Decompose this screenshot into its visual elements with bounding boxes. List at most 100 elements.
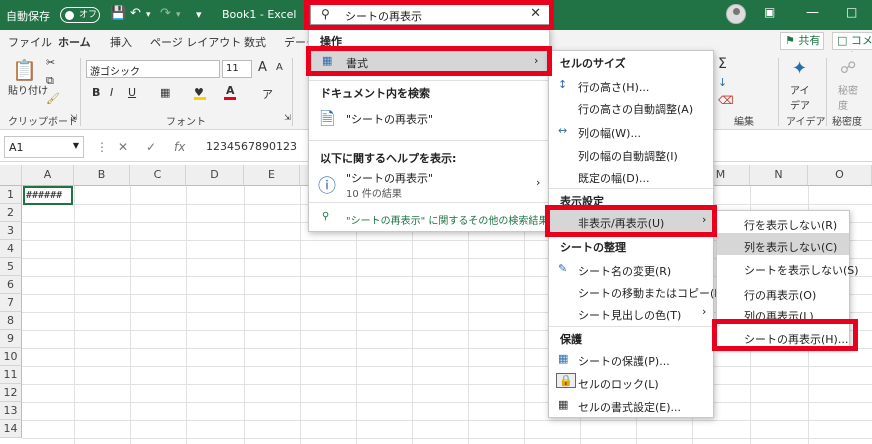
chevron-right-icon[interactable]: › <box>536 176 540 189</box>
chevron-down-icon[interactable]: ▾ <box>146 10 151 20</box>
menu-item-column-width[interactable]: 列の幅(W)... <box>578 125 641 141</box>
select-all-corner[interactable] <box>0 165 22 186</box>
row-header[interactable]: 1 <box>0 186 22 204</box>
grid-line <box>22 438 872 439</box>
border-icon[interactable]: ▦ <box>160 86 170 99</box>
grid-line <box>300 186 301 444</box>
column-header[interactable]: E <box>244 165 300 186</box>
menu-item-rename-sheet[interactable]: シート名の変更(R) <box>578 263 671 279</box>
tab-insert[interactable]: 挿入 <box>110 34 132 50</box>
minimize-icon[interactable]: — <box>806 5 819 20</box>
column-header[interactable]: D <box>186 165 244 186</box>
help-header: 以下に関するヘルプを表示: <box>320 152 457 165</box>
menu-item-row-height[interactable]: 行の高さ(H)... <box>578 79 649 95</box>
grid-line <box>22 366 872 367</box>
dialog-launcher-icon[interactable]: ⇲ <box>284 113 291 122</box>
column-header[interactable]: B <box>74 165 130 186</box>
column-header[interactable]: N <box>750 165 808 186</box>
bold-button[interactable]: B <box>92 86 100 99</box>
column-header[interactable]: A <box>22 165 74 186</box>
grow-font-button[interactable]: A <box>258 60 267 75</box>
autosum-icon[interactable]: Σ <box>718 56 727 72</box>
menu-item-row-autofit[interactable]: 行の高さの自動調整(A) <box>578 101 693 117</box>
fill-down-icon[interactable]: ↓ <box>718 76 727 89</box>
enter-formula-icon[interactable]: ✓ <box>146 140 156 154</box>
menu-item-default-width[interactable]: 既定の幅(D)... <box>578 170 650 186</box>
sensitivity-button[interactable]: 秘密 度 <box>838 82 858 112</box>
column-header[interactable]: C <box>130 165 186 186</box>
font-size-select[interactable]: 11 <box>222 60 252 78</box>
avatar[interactable] <box>726 4 746 24</box>
column-header[interactable]: O <box>808 165 872 186</box>
row-header[interactable]: 2 <box>0 204 22 222</box>
dialog-launcher-icon[interactable]: ⇲ <box>70 113 77 122</box>
autosave-toggle[interactable]: オフ <box>60 7 100 23</box>
menu-item-tab-color[interactable]: シート見出しの色(T) <box>578 307 681 323</box>
chevron-right-icon: › <box>702 305 707 318</box>
row-header[interactable]: 13 <box>0 402 22 420</box>
copy-icon[interactable]: ⧉ <box>46 74 54 88</box>
divider <box>309 202 549 203</box>
column-width-icon: ↔ <box>558 124 568 137</box>
font-name-select[interactable]: 游ゴシック <box>86 60 220 78</box>
menu-item-hide-rows[interactable]: 行を表示しない(R) <box>744 217 837 233</box>
paste-icon[interactable]: 📋 <box>12 58 37 82</box>
insert-function-button[interactable]: fx <box>174 140 185 154</box>
doc-search-item[interactable]: "シートの再表示" <box>346 111 433 127</box>
row-header[interactable]: 12 <box>0 384 22 402</box>
tab-formulas[interactable]: 数式 <box>244 34 266 50</box>
row-header[interactable]: 5 <box>0 258 22 276</box>
clear-icon[interactable]: ⌫ <box>718 94 734 107</box>
row-header[interactable]: 4 <box>0 240 22 258</box>
name-box[interactable]: A1 ▼ <box>4 136 84 158</box>
italic-button[interactable]: I <box>110 86 113 99</box>
ribbon-display-icon[interactable]: ▣ <box>764 5 775 19</box>
cancel-formula-icon[interactable]: ✕ <box>118 140 128 154</box>
row-header[interactable]: 11 <box>0 366 22 384</box>
paste-label[interactable]: 貼り付け <box>8 82 48 97</box>
format-painter-icon[interactable]: 🖌 <box>46 92 60 105</box>
maximize-icon[interactable]: □ <box>846 5 857 19</box>
tab-page-layout[interactable]: ページ レイアウト <box>150 34 241 50</box>
row-header[interactable]: 6 <box>0 276 22 294</box>
menu-item-move-copy[interactable]: シートの移動またはコピー(M)... <box>578 285 739 301</box>
chevron-down-icon[interactable]: ▼ <box>73 141 79 150</box>
tab-home[interactable]: ホーム <box>58 34 91 54</box>
menu-item-format-cells[interactable]: セルの書式設定(E)... <box>578 399 681 415</box>
share-button[interactable]: ⚑ 共有 <box>780 32 824 50</box>
phonetic-icon[interactable]: ア <box>262 86 273 102</box>
ideas-button[interactable]: アイ デア <box>790 82 810 112</box>
menu-item-column-autofit[interactable]: 列の幅の自動調整(I) <box>578 148 678 164</box>
cut-icon[interactable]: ✂ <box>46 56 55 69</box>
menu-item-unhide-rows[interactable]: 行の再表示(O) <box>744 287 816 303</box>
row-header[interactable]: 7 <box>0 294 22 312</box>
undo-icon[interactable]: ↶ <box>130 6 141 21</box>
menu-item-lock-cell[interactable]: セルのロック(L) <box>578 376 659 392</box>
menu-item-protect-sheet[interactable]: シートの保護(P)... <box>578 353 670 369</box>
active-cell-a1[interactable]: ###### <box>23 186 73 205</box>
menu-item-hide-sheet[interactable]: シートを表示しない(S) <box>744 262 859 278</box>
tab-file[interactable]: ファイル <box>8 34 52 50</box>
menu-item-hide-columns[interactable]: 列を表示しない(C) <box>744 239 837 255</box>
row-header[interactable]: 14 <box>0 420 22 438</box>
formula-input[interactable]: 1234567890123 <box>206 140 297 153</box>
comment-button[interactable]: □ コメント <box>832 32 872 63</box>
row-header[interactable]: 10 <box>0 348 22 366</box>
share-label: 共有 <box>798 34 821 47</box>
grid-line <box>22 420 872 421</box>
more-results-link[interactable]: "シートの再表示" に関するその他の検索結果 <box>346 212 548 227</box>
redo-icon[interactable]: ↷ <box>160 6 171 21</box>
save-icon[interactable]: 💾 <box>110 6 126 21</box>
help-item[interactable]: "シートの再表示" <box>346 170 433 186</box>
ideas-icon[interactable]: ✦ <box>792 58 807 79</box>
row-header[interactable]: 8 <box>0 312 22 330</box>
group-divider <box>80 58 81 126</box>
underline-button[interactable]: U <box>128 86 136 99</box>
row-header[interactable]: 3 <box>0 222 22 240</box>
chevron-down-icon[interactable]: ▾ <box>176 10 181 20</box>
font-color-icon[interactable]: A <box>226 84 235 97</box>
customize-toolbar-icon[interactable]: ▾ <box>196 8 202 21</box>
row-header[interactable]: 9 <box>0 330 22 348</box>
shrink-font-button[interactable]: A <box>276 62 283 73</box>
sensitivity-icon[interactable]: ☍ <box>840 58 856 77</box>
